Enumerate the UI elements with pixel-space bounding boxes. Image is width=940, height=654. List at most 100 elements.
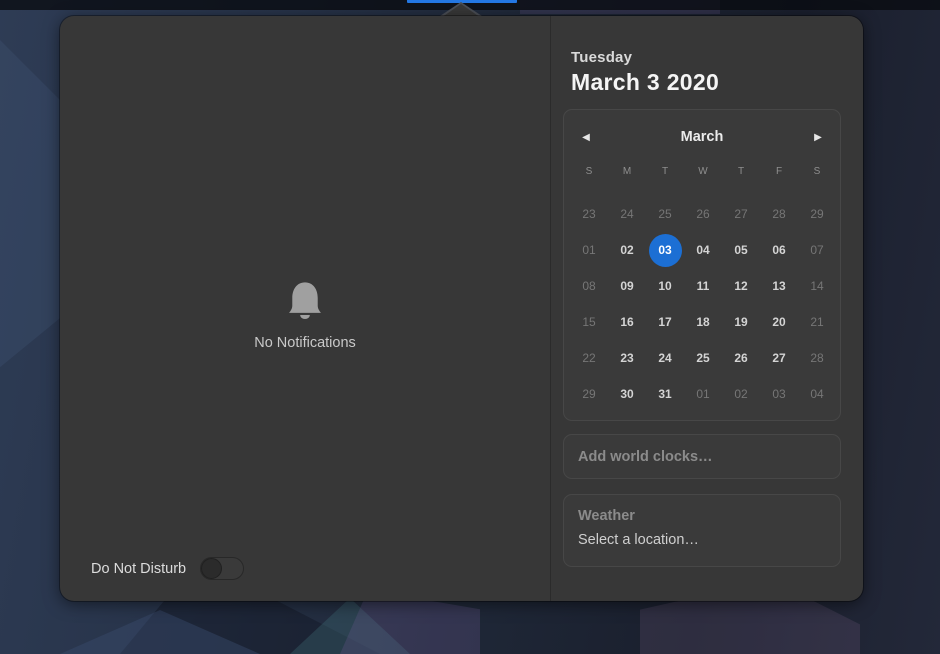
calendar-day[interactable]: 30 — [608, 376, 646, 412]
calendar-day[interactable]: 03 — [760, 376, 798, 412]
calendar-day-number: 04 — [696, 243, 709, 257]
calendar-day[interactable]: 10 — [646, 268, 684, 304]
calendar-day[interactable]: 23 — [608, 340, 646, 376]
calendar-day[interactable]: 29 — [570, 376, 608, 412]
calendar-day[interactable]: 24 — [608, 196, 646, 232]
calendar-day[interactable]: 04 — [684, 232, 722, 268]
weather-button[interactable]: Weather Select a location… — [563, 494, 841, 567]
calendar-day[interactable]: 18 — [684, 304, 722, 340]
weather-title: Weather — [578, 508, 826, 524]
calendar-day[interactable]: 20 — [760, 304, 798, 340]
calendar-day-number: 11 — [697, 279, 710, 293]
calendar-day-number: 15 — [582, 315, 595, 329]
day-letter: M — [608, 166, 646, 177]
next-month-button[interactable]: ▶ — [808, 132, 828, 143]
calendar-day-number: 26 — [734, 351, 747, 365]
calendar-day[interactable]: 17 — [646, 304, 684, 340]
calendar-day-number: 14 — [810, 279, 823, 293]
calendar-day[interactable]: 13 — [760, 268, 798, 304]
calendar-day[interactable]: 11 — [684, 268, 722, 304]
calendar-day[interactable]: 25 — [684, 340, 722, 376]
calendar-day[interactable]: 05 — [722, 232, 760, 268]
prev-month-button[interactable]: ◀ — [576, 132, 596, 143]
calendar-day[interactable]: 01 — [570, 232, 608, 268]
calendar-day-letters: S M T W T F S — [564, 158, 840, 184]
calendar-month-label: March — [681, 129, 724, 145]
calendar-day[interactable]: 27 — [722, 196, 760, 232]
calendar-day-number: 17 — [658, 315, 671, 329]
calendar-day[interactable]: 19 — [722, 304, 760, 340]
calendar-day[interactable]: 29 — [798, 196, 836, 232]
calendar-day[interactable]: 26 — [722, 340, 760, 376]
calendar-day[interactable]: 26 — [684, 196, 722, 232]
calendar-day-number: 04 — [810, 387, 823, 401]
do-not-disturb-label: Do Not Disturb — [91, 561, 186, 577]
calendar-section: Tuesday March 3 2020 ◀ March ▶ S M T W T… — [551, 16, 863, 601]
calendar-grid: 2324252627282901020304050607080910111213… — [564, 196, 840, 412]
weekday-label: Tuesday — [571, 49, 841, 66]
calendar-day[interactable]: 24 — [646, 340, 684, 376]
calendar-day[interactable]: 31 — [646, 376, 684, 412]
wallpaper-polygon — [60, 610, 260, 654]
calendar-day-number: 03 — [772, 387, 785, 401]
calendar-day[interactable]: 23 — [570, 196, 608, 232]
day-letter: S — [570, 166, 608, 177]
calendar-day[interactable]: 07 — [798, 232, 836, 268]
no-notifications-label: No Notifications — [254, 335, 356, 351]
calendar-day[interactable]: 09 — [608, 268, 646, 304]
calendar-day[interactable]: 01 — [684, 376, 722, 412]
day-letter: T — [646, 166, 684, 177]
calendar-day[interactable]: 03 — [646, 232, 684, 268]
calendar-day[interactable]: 27 — [760, 340, 798, 376]
calendar-day[interactable]: 21 — [798, 304, 836, 340]
calendar-day[interactable]: 06 — [760, 232, 798, 268]
calendar-day-number: 27 — [772, 351, 785, 365]
toggle-knob — [201, 558, 222, 579]
calendar-day-number: 10 — [658, 279, 671, 293]
calendar-day[interactable]: 28 — [760, 196, 798, 232]
calendar-day[interactable]: 02 — [722, 376, 760, 412]
calendar-day[interactable]: 14 — [798, 268, 836, 304]
calendar-day[interactable]: 16 — [608, 304, 646, 340]
calendar-day-number: 30 — [620, 387, 633, 401]
calendar-day[interactable]: 22 — [570, 340, 608, 376]
calendar-day-number: 19 — [734, 315, 747, 329]
day-letter: T — [722, 166, 760, 177]
calendar-day[interactable]: 15 — [570, 304, 608, 340]
calendar-day-number: 08 — [582, 279, 595, 293]
calendar-day-number: 21 — [810, 315, 823, 329]
calendar-day-number: 28 — [810, 351, 823, 365]
calendar-day[interactable]: 25 — [646, 196, 684, 232]
calendar-day-number: 23 — [582, 207, 595, 221]
calendar-day-number: 16 — [620, 315, 633, 329]
weather-location-placeholder: Select a location… — [578, 532, 826, 548]
calendar-day[interactable]: 04 — [798, 376, 836, 412]
calendar-day[interactable]: 02 — [608, 232, 646, 268]
calendar-day-number: 29 — [582, 387, 595, 401]
calendar-day[interactable]: 08 — [570, 268, 608, 304]
calendar-day-number: 02 — [734, 387, 747, 401]
calendar-day-number: 05 — [734, 243, 747, 257]
calendar-day-number: 06 — [772, 243, 785, 257]
day-letter: S — [798, 166, 836, 177]
calendar-day-number: 27 — [734, 207, 747, 221]
add-world-clocks-label: Add world clocks… — [578, 449, 713, 465]
add-world-clocks-button[interactable]: Add world clocks… — [563, 434, 841, 479]
calendar-day[interactable]: 12 — [722, 268, 760, 304]
wallpaper-polygon — [290, 598, 410, 654]
calendar-day-number: 13 — [772, 279, 785, 293]
calendar-day-number: 03 — [658, 243, 671, 257]
calendar-day-number: 01 — [582, 243, 595, 257]
bell-icon — [282, 279, 328, 321]
calendar-header: ◀ March ▶ — [564, 110, 840, 152]
calendar-day-number: 18 — [696, 315, 709, 329]
calendar-day-number: 12 — [734, 279, 747, 293]
calendar-day[interactable]: 28 — [798, 340, 836, 376]
calendar-day-number: 24 — [658, 351, 671, 365]
calendar-day-number: 02 — [620, 243, 633, 257]
calendar-day-number: 25 — [658, 207, 671, 221]
calendar-day-number: 31 — [658, 387, 671, 401]
calendar-day-number: 20 — [772, 315, 785, 329]
calendar-day-number: 26 — [696, 207, 709, 221]
do-not-disturb-toggle[interactable] — [200, 557, 244, 580]
